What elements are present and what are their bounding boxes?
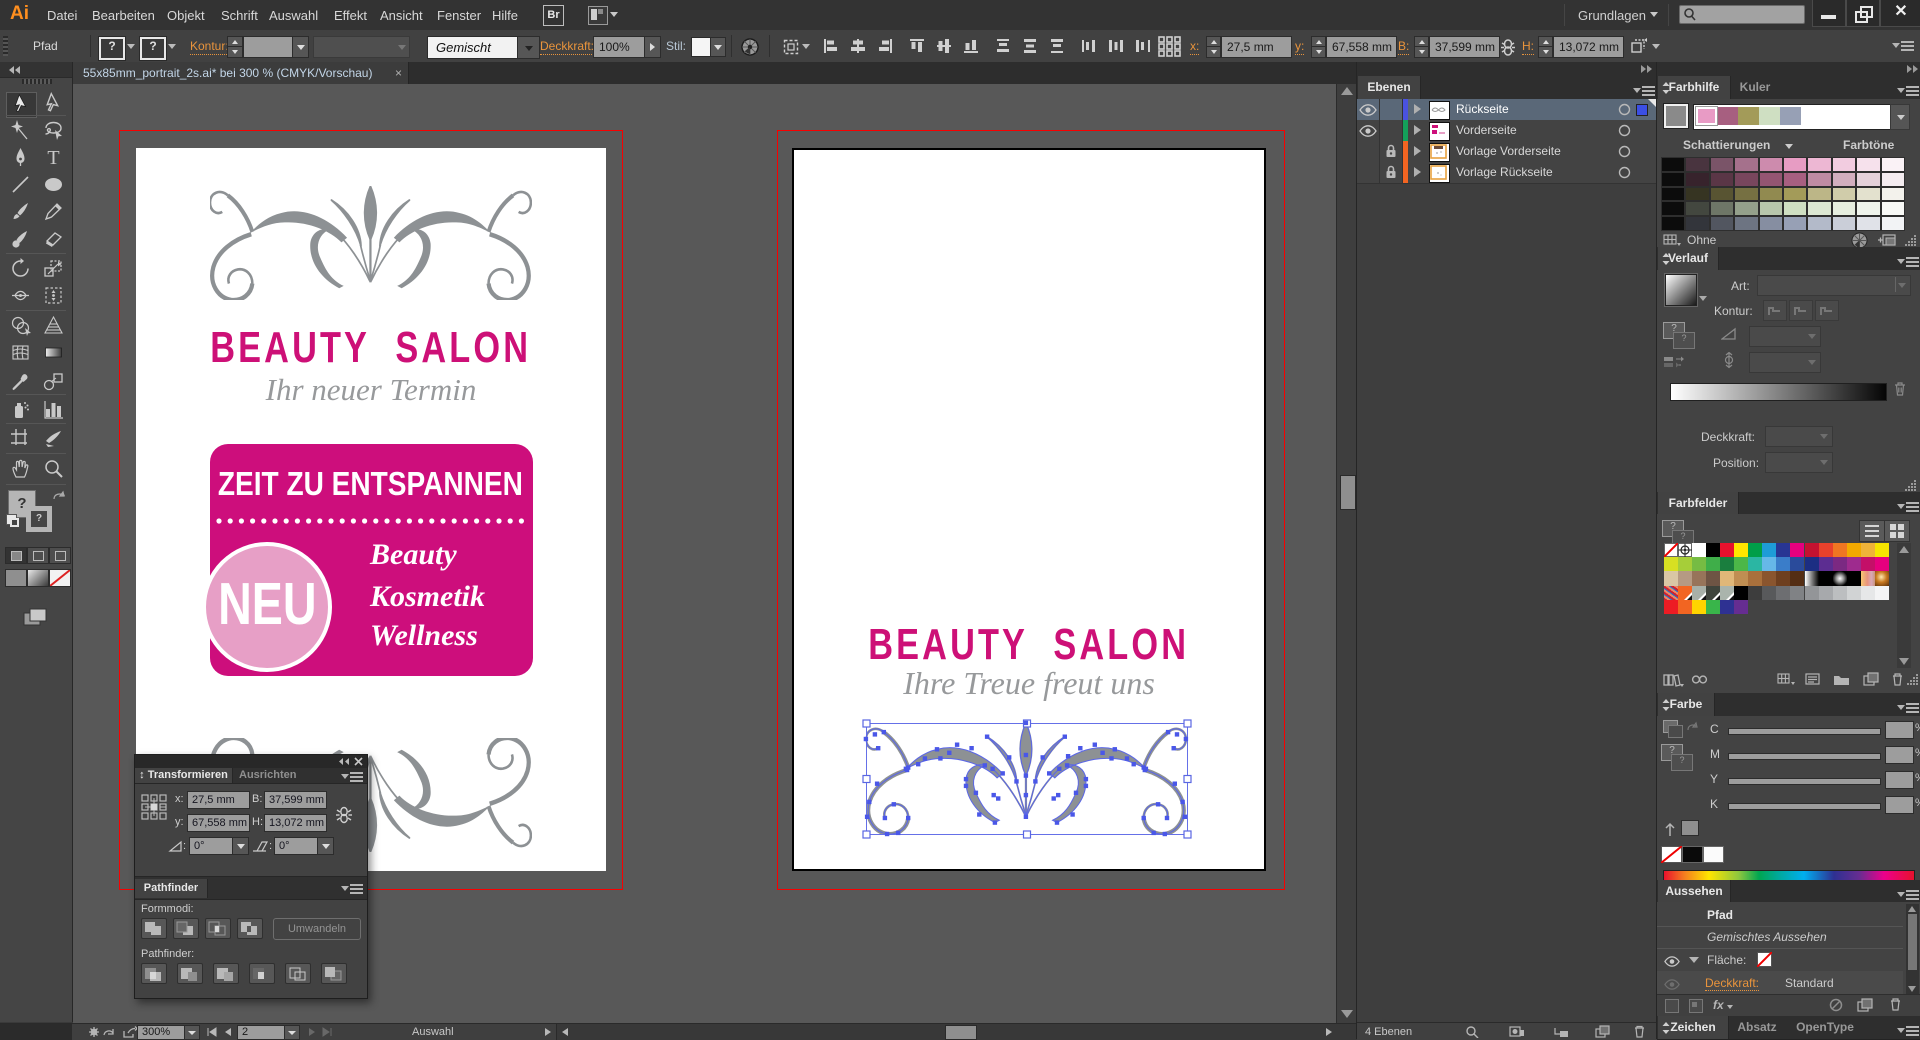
svg-text:T: T (47, 147, 59, 169)
